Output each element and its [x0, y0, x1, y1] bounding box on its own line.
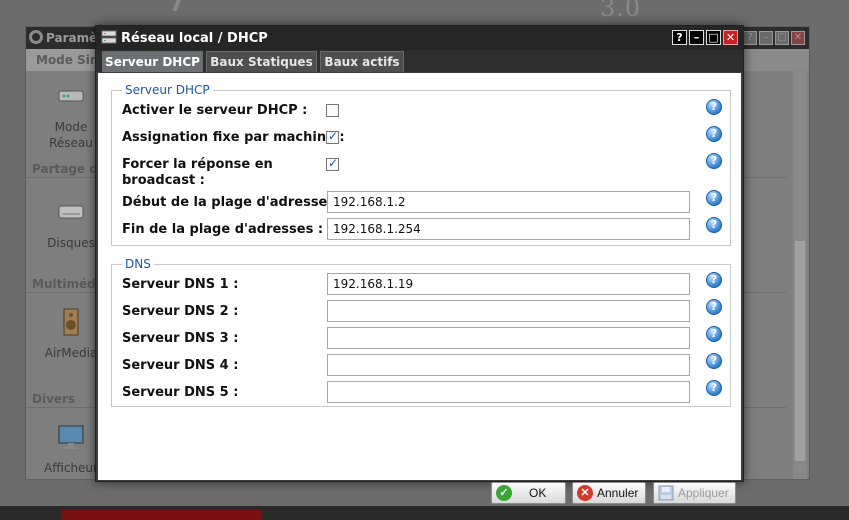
gear-icon: [29, 30, 43, 44]
range-end-row: Fin de la plage d'adresses : ?: [122, 217, 722, 242]
enable-dhcp-label: Activer le serveur DHCP :: [122, 103, 308, 118]
dhcp-dialog: Réseau local / DHCP ? – □ ✕ Serveur DHCP…: [95, 25, 744, 504]
dhcp-server-group: Serveur DHCP Activer le serveur DHCP : ?…: [111, 83, 731, 246]
ok-button[interactable]: ✓ OK: [491, 482, 566, 504]
range-end-input[interactable]: [327, 218, 690, 240]
broadcast-label-line2: broadcast :: [122, 173, 205, 188]
broadcast-row: Forcer la réponse en broadcast : ?: [122, 153, 722, 190]
background-window-controls: ? – □ ✕: [743, 31, 805, 45]
dns-label: Serveur DNS 4 :: [122, 358, 239, 373]
dns-label: Serveur DNS 1 :: [122, 277, 239, 292]
dialog-title: Réseau local / DHCP: [121, 31, 268, 46]
help-icon[interactable]: ?: [706, 326, 722, 342]
fixed-assignment-checkbox[interactable]: [326, 129, 339, 144]
section-label-divers: Divers: [32, 392, 76, 406]
help-icon[interactable]: ?: [706, 299, 722, 315]
dns-label: Serveur DNS 5 :: [122, 385, 239, 400]
section-label-partage: Partage d: [32, 162, 98, 176]
help-icon[interactable]: ?: [706, 153, 722, 169]
help-icon[interactable]: ?: [743, 31, 757, 45]
help-icon[interactable]: ?: [706, 190, 722, 206]
cancel-button[interactable]: ✕ Annuler: [572, 482, 646, 504]
dialog-content: Serveur DHCP Activer le serveur DHCP : ?…: [98, 73, 741, 504]
background-scrollbar[interactable]: [793, 71, 807, 479]
help-icon[interactable]: ?: [706, 126, 722, 142]
dns-label: Serveur DNS 3 :: [122, 331, 239, 346]
range-start-row: Début de la plage d'adresses : ?: [122, 190, 722, 215]
maximize-icon[interactable]: □: [775, 31, 789, 45]
range-end-label: Fin de la plage d'adresses :: [122, 222, 324, 237]
close-icon[interactable]: ✕: [791, 31, 805, 45]
background-window-title: Paramè: [46, 31, 98, 45]
help-icon[interactable]: ?: [706, 217, 722, 233]
taskbar: [0, 506, 849, 520]
dns-row: Serveur DNS 1 : ?: [122, 272, 722, 297]
broadcast-label-line1: Forcer la réponse en: [122, 157, 273, 172]
hard-disk-icon: [58, 205, 84, 219]
enable-dhcp-row: Activer le serveur DHCP : ?: [122, 99, 722, 120]
minimize-icon[interactable]: –: [759, 31, 773, 45]
background-decoration: [172, 0, 188, 12]
help-icon[interactable]: ?: [706, 380, 722, 396]
taskbar-item[interactable]: [62, 510, 262, 520]
background-tab-mode[interactable]: Mode Sim: [26, 49, 106, 71]
help-icon[interactable]: ?: [706, 272, 722, 288]
check-icon: ✓: [496, 485, 512, 501]
dns-4-input[interactable]: [327, 354, 690, 376]
dns-group: DNS Serveur DNS 1 : ? Serveur DNS 2 : ? …: [111, 257, 731, 407]
tab-baux-actifs[interactable]: Baux actifs: [320, 51, 404, 72]
apply-button[interactable]: Appliquer: [653, 482, 736, 504]
monitor-icon: [58, 425, 84, 449]
help-icon[interactable]: ?: [672, 30, 687, 45]
dns-row: Serveur DNS 4 : ?: [122, 353, 722, 378]
group-legend: DNS: [122, 257, 154, 271]
tab-baux-statiques[interactable]: Baux Statiques: [206, 51, 317, 72]
version-watermark: 3.0: [600, 0, 642, 22]
apply-button-label: Appliquer: [678, 486, 729, 500]
fixed-assignment-row: Assignation fixe par machine : ?: [122, 126, 722, 147]
dns-row: Serveur DNS 2 : ?: [122, 299, 722, 324]
dns-2-input[interactable]: [327, 300, 690, 322]
help-icon[interactable]: ?: [706, 353, 722, 369]
maximize-icon[interactable]: □: [706, 30, 721, 45]
tab-serveur-dhcp[interactable]: Serveur DHCP: [102, 51, 203, 72]
cancel-button-label: Annuler: [597, 486, 639, 500]
network-device-icon: [101, 30, 117, 44]
section-label-multimedia: Multimédi: [32, 277, 100, 291]
cancel-icon: ✕: [577, 485, 593, 501]
close-icon[interactable]: ✕: [723, 30, 738, 45]
dialog-titlebar[interactable]: Réseau local / DHCP ? – □ ✕: [96, 26, 743, 50]
dialog-tabbar: Serveur DHCP Baux Statiques Baux actifs: [96, 50, 743, 72]
fixed-assignment-label: Assignation fixe par machine :: [122, 130, 345, 145]
speaker-icon: [63, 308, 79, 336]
network-device-icon: [58, 90, 84, 102]
enable-dhcp-checkbox[interactable]: [326, 104, 339, 117]
save-icon: [658, 485, 674, 501]
broadcast-checkbox[interactable]: [326, 156, 339, 171]
dns-row: Serveur DNS 3 : ?: [122, 326, 722, 351]
dns-row: Serveur DNS 5 : ?: [122, 380, 722, 405]
minimize-icon[interactable]: –: [689, 30, 704, 45]
dns-label: Serveur DNS 2 :: [122, 304, 239, 319]
dns-5-input[interactable]: [327, 381, 690, 403]
ok-button-label: OK: [529, 486, 547, 500]
range-start-input[interactable]: [327, 191, 690, 213]
dialog-window-controls: ? – □ ✕: [672, 30, 738, 45]
range-start-label: Début de la plage d'adresses :: [122, 195, 345, 210]
help-icon[interactable]: ?: [706, 99, 722, 115]
dns-3-input[interactable]: [327, 327, 690, 349]
group-legend: Serveur DHCP: [122, 83, 213, 97]
scrollbar-thumb[interactable]: [795, 241, 805, 461]
dns-1-input[interactable]: [327, 273, 690, 295]
